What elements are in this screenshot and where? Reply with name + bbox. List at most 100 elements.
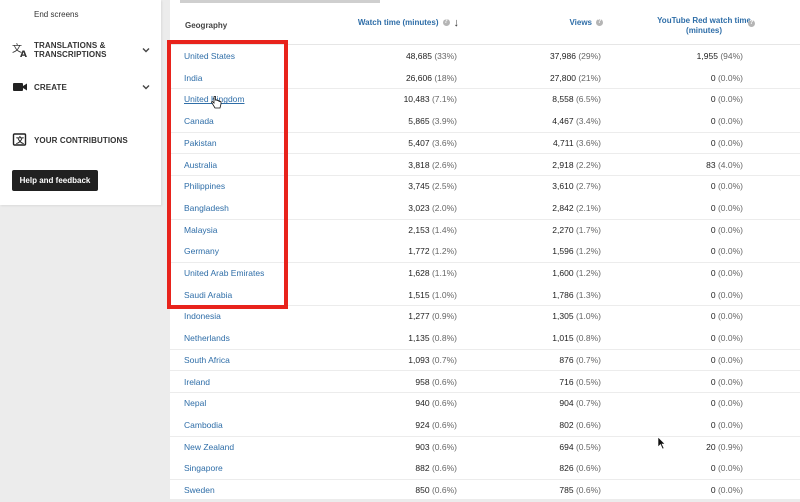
sort-down-arrow-icon[interactable]: ↓ <box>454 17 460 28</box>
percent: (0.0%) <box>717 137 743 148</box>
views-value: 2,270 (1.7%) <box>552 225 601 235</box>
country-link[interactable]: Canada <box>184 116 214 126</box>
value: 940 <box>415 398 430 409</box>
red-watch-time-value: 0 (0.0%) <box>711 181 743 191</box>
table-row: Sweden 850 (0.6%) 785 (0.6%) 0 (0.0%) <box>170 479 800 502</box>
percent: (0.0%) <box>717 181 743 192</box>
percent: (6.5%) <box>575 94 601 105</box>
percent: (1.4%) <box>431 224 457 235</box>
watch-time-value: 940 (0.6%) <box>415 398 457 408</box>
column-header-views[interactable]: Views ? <box>569 18 603 27</box>
percent: (1.2%) <box>431 246 457 257</box>
value: 0 <box>710 137 716 148</box>
country-link[interactable]: Sweden <box>184 485 215 495</box>
percent: (0.0%) <box>717 354 743 365</box>
watch-time-value: 5,407 (3.6%) <box>408 138 457 148</box>
country-link[interactable]: United States <box>184 51 235 61</box>
value: 2,270 <box>552 224 574 235</box>
value: 826 <box>559 463 574 474</box>
sidebar-item-contributions[interactable]: 文 YOUR CONTRIBUTIONS <box>0 128 161 152</box>
sidebar-item-end-screens[interactable]: End screens <box>34 10 78 19</box>
views-value: 802 (0.6%) <box>559 420 601 430</box>
red-watch-time-value: 0 (0.0%) <box>711 203 743 213</box>
sidebar-item-translations[interactable]: 文 A TRANSLATIONS & TRANSCRIPTIONS <box>0 38 161 62</box>
country-link[interactable]: Ireland <box>184 377 210 387</box>
country-link[interactable]: Australia <box>184 160 217 170</box>
percent: (1.2%) <box>575 268 601 278</box>
help-circle-icon[interactable]: ? <box>442 19 450 26</box>
watch-time-value: 1,515 (1.0%) <box>408 290 457 300</box>
sidebar-item-label: TRANSLATIONS & TRANSCRIPTIONS <box>34 41 107 59</box>
percent: (0.0%) <box>717 376 743 387</box>
country-link[interactable]: Germany <box>184 246 219 256</box>
country-link[interactable]: United Arab Emirates <box>184 268 264 278</box>
value: 3,818 <box>408 159 430 170</box>
column-header-geography[interactable]: Geography <box>185 21 227 30</box>
country-link[interactable]: South Africa <box>184 355 230 365</box>
country-link[interactable]: India <box>184 73 202 83</box>
value: 0 <box>710 463 716 474</box>
help-circle-icon[interactable]: ? <box>596 19 603 26</box>
percent: (33%) <box>434 51 457 61</box>
table-row: United Arab Emirates 1,628 (1.1%) 1,600 (1… <box>170 262 800 285</box>
video-camera-icon <box>12 79 28 95</box>
percent: (2.7%) <box>575 181 601 192</box>
value: 1,135 <box>408 333 430 344</box>
country-link[interactable]: Singapore <box>184 463 223 473</box>
percent: (1.0%) <box>575 311 601 322</box>
value: 0 <box>710 246 716 257</box>
table-header: Geography Watch time (minutes) ? ↓ Views… <box>170 6 800 45</box>
country-link[interactable]: Philippines <box>184 181 225 191</box>
country-link[interactable]: Netherlands <box>184 333 230 343</box>
percent: (0.7%) <box>575 354 601 365</box>
views-value: 716 (0.5%) <box>559 377 601 387</box>
value: 27,800 <box>549 72 576 83</box>
value: 0 <box>710 398 716 409</box>
percent: (1.2%) <box>575 246 601 257</box>
country-link[interactable]: Nepal <box>184 398 206 408</box>
red-watch-time-value: 0 (0.0%) <box>711 94 743 104</box>
help-circle-icon[interactable]: ? <box>748 20 755 27</box>
value: 37,986 <box>549 51 576 61</box>
sidebar-item-create[interactable]: CREATE <box>0 75 161 99</box>
contributions-icon: 文 <box>12 132 28 148</box>
value: 1,015 <box>552 333 574 344</box>
views-value: 4,711 (3.6%) <box>553 138 601 148</box>
country-link[interactable]: Cambodia <box>184 420 223 430</box>
chevron-down-icon[interactable] <box>141 45 151 55</box>
percent: (0.9%) <box>431 311 457 322</box>
table-row: New Zealand 903 (0.6%) 694 (0.5%) 20 (0.9%) <box>170 436 800 459</box>
chevron-down-icon[interactable] <box>141 82 151 92</box>
views-value: 904 (0.7%) <box>559 398 601 408</box>
percent: (3.9%) <box>431 116 457 127</box>
value: 1,277 <box>408 311 430 322</box>
column-header-label: Views <box>569 18 592 27</box>
percent: (1.7%) <box>575 224 601 235</box>
table-row: Nepal 940 (0.6%) 904 (0.7%) 0 (0.0%) <box>170 392 800 415</box>
help-feedback-button[interactable]: Help and feedback <box>12 170 98 191</box>
column-header-red-watch-time[interactable]: YouTube Red watch time (minutes) <box>657 16 751 36</box>
percent: (4.0%) <box>717 159 743 170</box>
percent: (0.0%) <box>717 485 743 495</box>
column-header-watch-time[interactable]: Watch time (minutes) ? ↓ <box>358 17 460 28</box>
country-link[interactable]: Bangladesh <box>184 203 229 213</box>
value: 5,407 <box>408 137 430 148</box>
watch-time-value: 1,277 (0.9%) <box>408 311 457 321</box>
red-watch-time-value: 0 (0.0%) <box>711 225 743 235</box>
value: 2,842 <box>552 202 574 213</box>
watch-time-value: 1,135 (0.8%) <box>408 333 457 343</box>
country-link[interactable]: New Zealand <box>184 442 234 452</box>
country-link[interactable]: Saudi Arabia <box>184 290 232 300</box>
country-link[interactable]: United Kingdom <box>184 94 244 104</box>
percent: (2.2%) <box>575 159 601 170</box>
views-value: 1,786 (1.3%) <box>552 290 601 300</box>
views-value: 1,596 (1.2%) <box>552 246 601 256</box>
scroll-indicator <box>180 0 380 3</box>
country-link[interactable]: Pakistan <box>184 138 217 148</box>
value: 0 <box>710 485 716 495</box>
value: 1,600 <box>552 268 574 278</box>
table-row: Malaysia 2,153 (1.4%) 2,270 (1.7%) 0 (0.0%) <box>170 219 800 242</box>
country-link[interactable]: Malaysia <box>184 225 218 235</box>
country-link[interactable]: Indonesia <box>184 311 221 321</box>
value: 876 <box>559 354 574 365</box>
